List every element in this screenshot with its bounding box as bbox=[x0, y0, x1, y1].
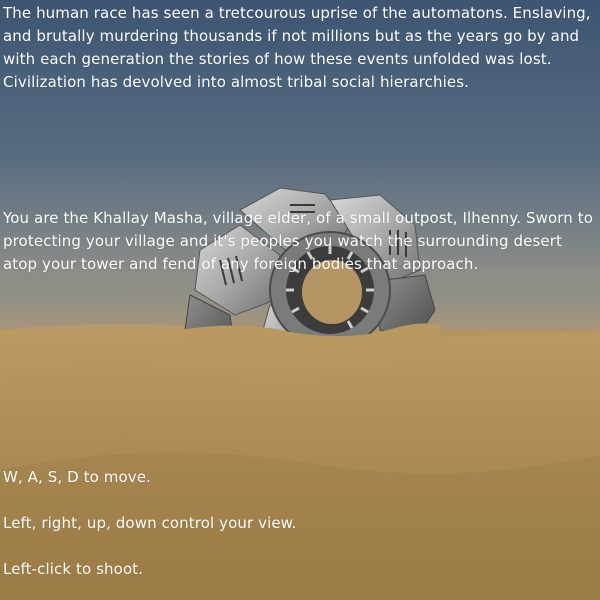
game-viewport[interactable]: The human race has seen a tretcourous up… bbox=[0, 0, 600, 600]
intro-story-text: The human race has seen a tretcourous up… bbox=[3, 4, 591, 91]
role-story-text: You are the Khallay Masha, village elder… bbox=[3, 209, 593, 273]
controls-instructions: W, A, S, D to move. Left, right, up, dow… bbox=[3, 443, 593, 600]
controls-move: W, A, S, D to move. bbox=[3, 468, 151, 486]
controls-view: Left, right, up, down control your view. bbox=[3, 514, 297, 532]
controls-shoot: Left-click to shoot. bbox=[3, 560, 144, 578]
